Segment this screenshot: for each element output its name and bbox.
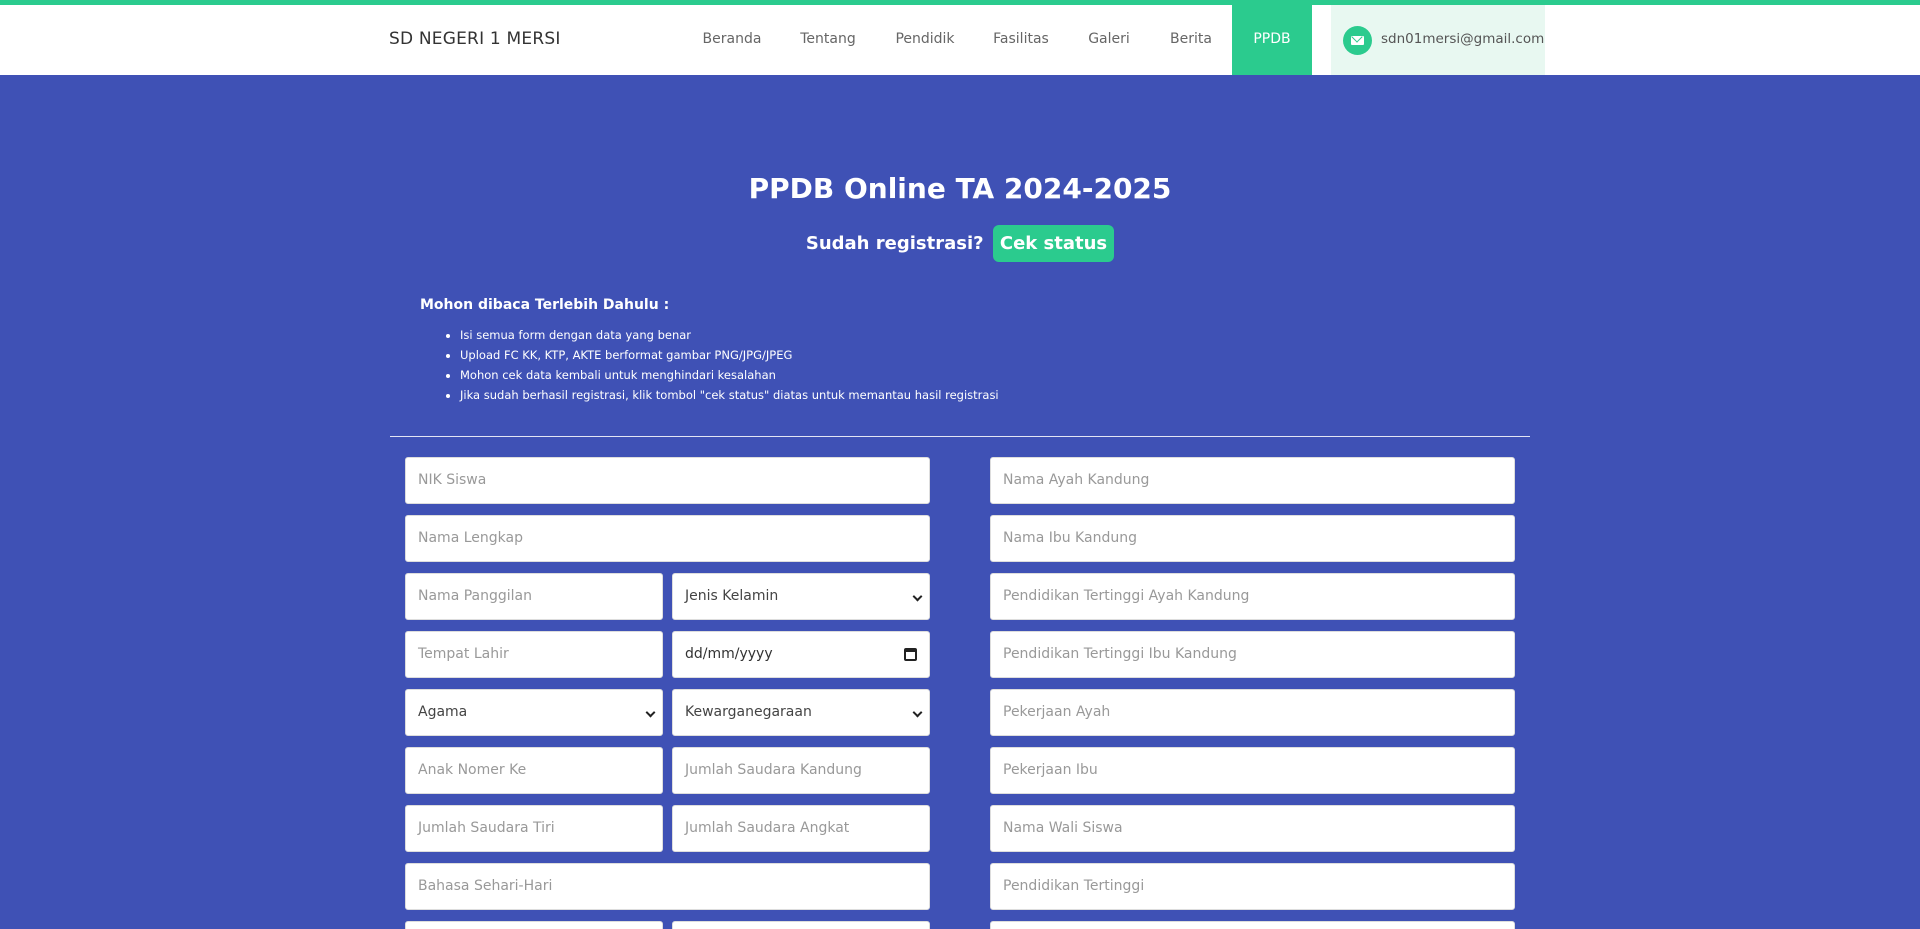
- nama-ibu-input[interactable]: Nama Ibu Kandung: [990, 515, 1515, 562]
- form-input-partial[interactable]: [990, 921, 1515, 929]
- notice-item: Upload FC KK, KTP, AKTE berformat gambar…: [460, 345, 999, 365]
- nav-item-galeri[interactable]: Galeri: [1067, 5, 1151, 75]
- agama-select[interactable]: Agama: [405, 689, 663, 736]
- email-text: sdn01mersi@gmail.com: [1381, 31, 1545, 47]
- agama-value: Agama: [418, 704, 468, 720]
- jumlah-saudara-kandung-input[interactable]: Jumlah Saudara Kandung: [672, 747, 930, 794]
- cek-status-button[interactable]: Cek status: [992, 225, 1115, 262]
- chevron-down-icon: [912, 591, 923, 602]
- notice-list: Isi semua form dengan data yang benar Up…: [460, 325, 999, 405]
- jumlah-saudara-angkat-input[interactable]: Jumlah Saudara Angkat: [672, 805, 930, 852]
- nik-siswa-input[interactable]: NIK Siswa: [405, 457, 930, 504]
- form-input-partial[interactable]: [672, 921, 930, 929]
- notice-box: Mohon dibaca Terlebih Dahulu : Isi semua…: [420, 297, 999, 405]
- anak-nomer-ke-input[interactable]: Anak Nomer Ke: [405, 747, 663, 794]
- page-title: PPDB Online TA 2024-2025: [748, 172, 1172, 205]
- jenis-kelamin-value: Jenis Kelamin: [685, 588, 779, 604]
- email-contact[interactable]: sdn01mersi@gmail.com: [1331, 5, 1545, 75]
- nama-panggilan-input[interactable]: Nama Panggilan: [405, 573, 663, 620]
- notice-item: Jika sudah berhasil registrasi, klik tom…: [460, 385, 999, 405]
- chevron-down-icon: [912, 707, 923, 718]
- nav-item-fasilitas[interactable]: Fasilitas: [978, 5, 1064, 75]
- form-input-partial[interactable]: [405, 921, 663, 929]
- notice-item: Isi semua form dengan data yang benar: [460, 325, 999, 345]
- pendidikan-ibu-input[interactable]: Pendidikan Tertinggi Ibu Kandung: [990, 631, 1515, 678]
- nav-item-ppdb[interactable]: PPDB: [1232, 5, 1312, 75]
- kewarganegaraan-value: Kewarganegaraan: [685, 704, 812, 720]
- divider: [390, 436, 1530, 437]
- nav-item-berita[interactable]: Berita: [1150, 5, 1232, 75]
- nama-wali-input[interactable]: Nama Wali Siswa: [990, 805, 1515, 852]
- nama-lengkap-input[interactable]: Nama Lengkap: [405, 515, 930, 562]
- jumlah-saudara-tiri-input[interactable]: Jumlah Saudara Tiri: [405, 805, 663, 852]
- chevron-down-icon: [645, 707, 656, 718]
- pendidikan-ayah-input[interactable]: Pendidikan Tertinggi Ayah Kandung: [990, 573, 1515, 620]
- status-row: Sudah registrasi? Cek status: [0, 225, 1920, 262]
- site-brand[interactable]: SD NEGERI 1 MERSI: [389, 29, 561, 49]
- nav-item-beranda[interactable]: Beranda: [689, 5, 775, 75]
- pendidikan-wali-input[interactable]: Pendidikan Tertinggi: [990, 863, 1515, 910]
- notice-title: Mohon dibaca Terlebih Dahulu :: [420, 297, 670, 313]
- pekerjaan-ayah-input[interactable]: Pekerjaan Ayah: [990, 689, 1515, 736]
- nav-item-tentang[interactable]: Tentang: [785, 5, 871, 75]
- kewarganegaraan-select[interactable]: Kewarganegaraan: [672, 689, 930, 736]
- tempat-lahir-input[interactable]: Tempat Lahir: [405, 631, 663, 678]
- tanggal-lahir-input[interactable]: dd/mm/yyyy: [672, 631, 930, 678]
- tanggal-lahir-value: dd/mm/yyyy: [685, 646, 773, 662]
- pekerjaan-ibu-input[interactable]: Pekerjaan Ibu: [990, 747, 1515, 794]
- bahasa-sehari-hari-input[interactable]: Bahasa Sehari-Hari: [405, 863, 930, 910]
- jenis-kelamin-select[interactable]: Jenis Kelamin: [672, 573, 930, 620]
- notice-item: Mohon cek data kembali untuk menghindari…: [460, 365, 999, 385]
- nav-item-pendidik[interactable]: Pendidik: [882, 5, 968, 75]
- navbar: SD NEGERI 1 MERSI Beranda Tentang Pendid…: [0, 5, 1920, 75]
- envelope-icon: [1343, 26, 1372, 55]
- nama-ayah-input[interactable]: Nama Ayah Kandung: [990, 457, 1515, 504]
- calendar-icon[interactable]: [904, 648, 917, 661]
- status-prompt: Sudah registrasi?: [805, 233, 984, 254]
